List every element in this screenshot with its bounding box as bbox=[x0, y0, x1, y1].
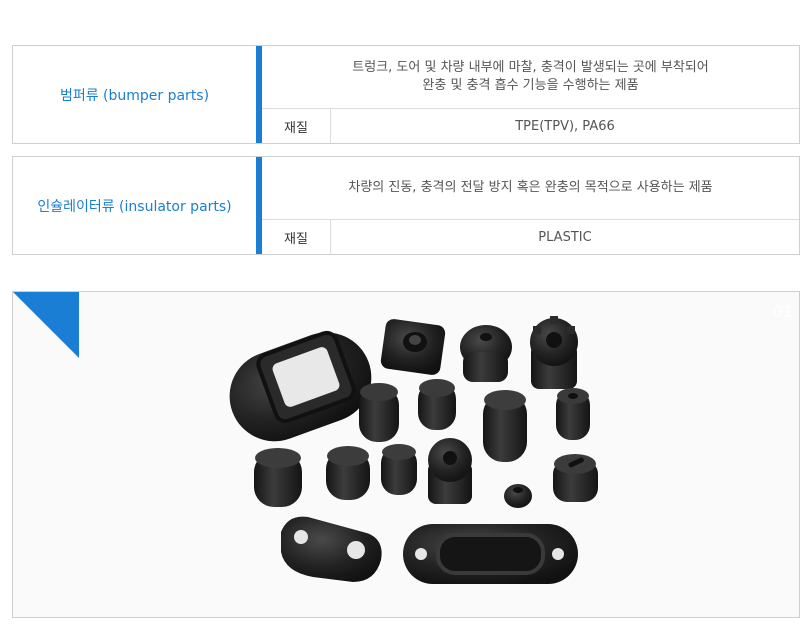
description-line: 완충 및 충격 흡수 기능을 수행하는 제품 bbox=[422, 78, 639, 93]
material-row: 재질 PLASTIC bbox=[262, 220, 799, 254]
long-plug bbox=[483, 390, 527, 462]
plug bbox=[418, 379, 456, 430]
gear-grommet-small bbox=[428, 438, 472, 504]
category-title: 인슐레이터류 (insulator parts) bbox=[37, 198, 232, 215]
plug bbox=[381, 444, 417, 495]
category-title: 범퍼류 (bumper parts) bbox=[59, 87, 210, 104]
spec-details: 트렁크, 도어 및 차량 내부에 마찰, 충격이 발생되는 곳에 부착되어 완충… bbox=[262, 46, 799, 143]
oval-bumper bbox=[229, 330, 372, 442]
number-badge-triangle bbox=[13, 292, 79, 358]
description-line: 차량의 진동, 충격의 전달 방지 혹은 완충의 목적으로 사용하는 제품 bbox=[348, 180, 713, 195]
material-value: TPE(TPV), PA66 bbox=[515, 118, 615, 134]
badge-number: 01 bbox=[772, 302, 793, 321]
material-label: 재질 bbox=[262, 109, 331, 143]
product-photo: 01 bbox=[12, 291, 800, 618]
mushroom-stopper bbox=[460, 325, 512, 382]
material-label: 재질 bbox=[262, 220, 331, 254]
spec-table-bumper: 범퍼류 (bumper parts) 트렁크, 도어 및 차량 내부에 마찰, … bbox=[12, 45, 800, 144]
material-value: PLASTIC bbox=[538, 229, 592, 245]
plug bbox=[326, 446, 370, 500]
material-row: 재질 TPE(TPV), PA66 bbox=[262, 109, 799, 143]
plug bbox=[254, 448, 302, 507]
rubber-parts-image bbox=[229, 316, 598, 584]
small-grommet bbox=[556, 388, 590, 440]
plug bbox=[359, 383, 399, 442]
spec-details: 차량의 진동, 충격의 전달 방지 혹은 완충의 목적으로 사용하는 제품 재질… bbox=[262, 157, 799, 254]
slotted-bracket bbox=[403, 524, 578, 584]
square-grommet bbox=[380, 319, 446, 375]
slotted-grommet bbox=[553, 454, 598, 502]
gear-grommet-large bbox=[530, 316, 578, 389]
triangle-bracket bbox=[281, 516, 382, 582]
description: 트렁크, 도어 및 차량 내부에 마찰, 충격이 발생되는 곳에 부착되어 완충… bbox=[262, 46, 799, 109]
spec-table-insulator: 인슐레이터류 (insulator parts) 차량의 진동, 충격의 전달 … bbox=[12, 156, 800, 255]
tiny-grommet bbox=[504, 484, 532, 508]
description: 차량의 진동, 충격의 전달 방지 혹은 완충의 목적으로 사용하는 제품 bbox=[262, 157, 799, 220]
description-line: 트렁크, 도어 및 차량 내부에 마찰, 충격이 발생되는 곳에 부착되어 bbox=[352, 60, 709, 75]
